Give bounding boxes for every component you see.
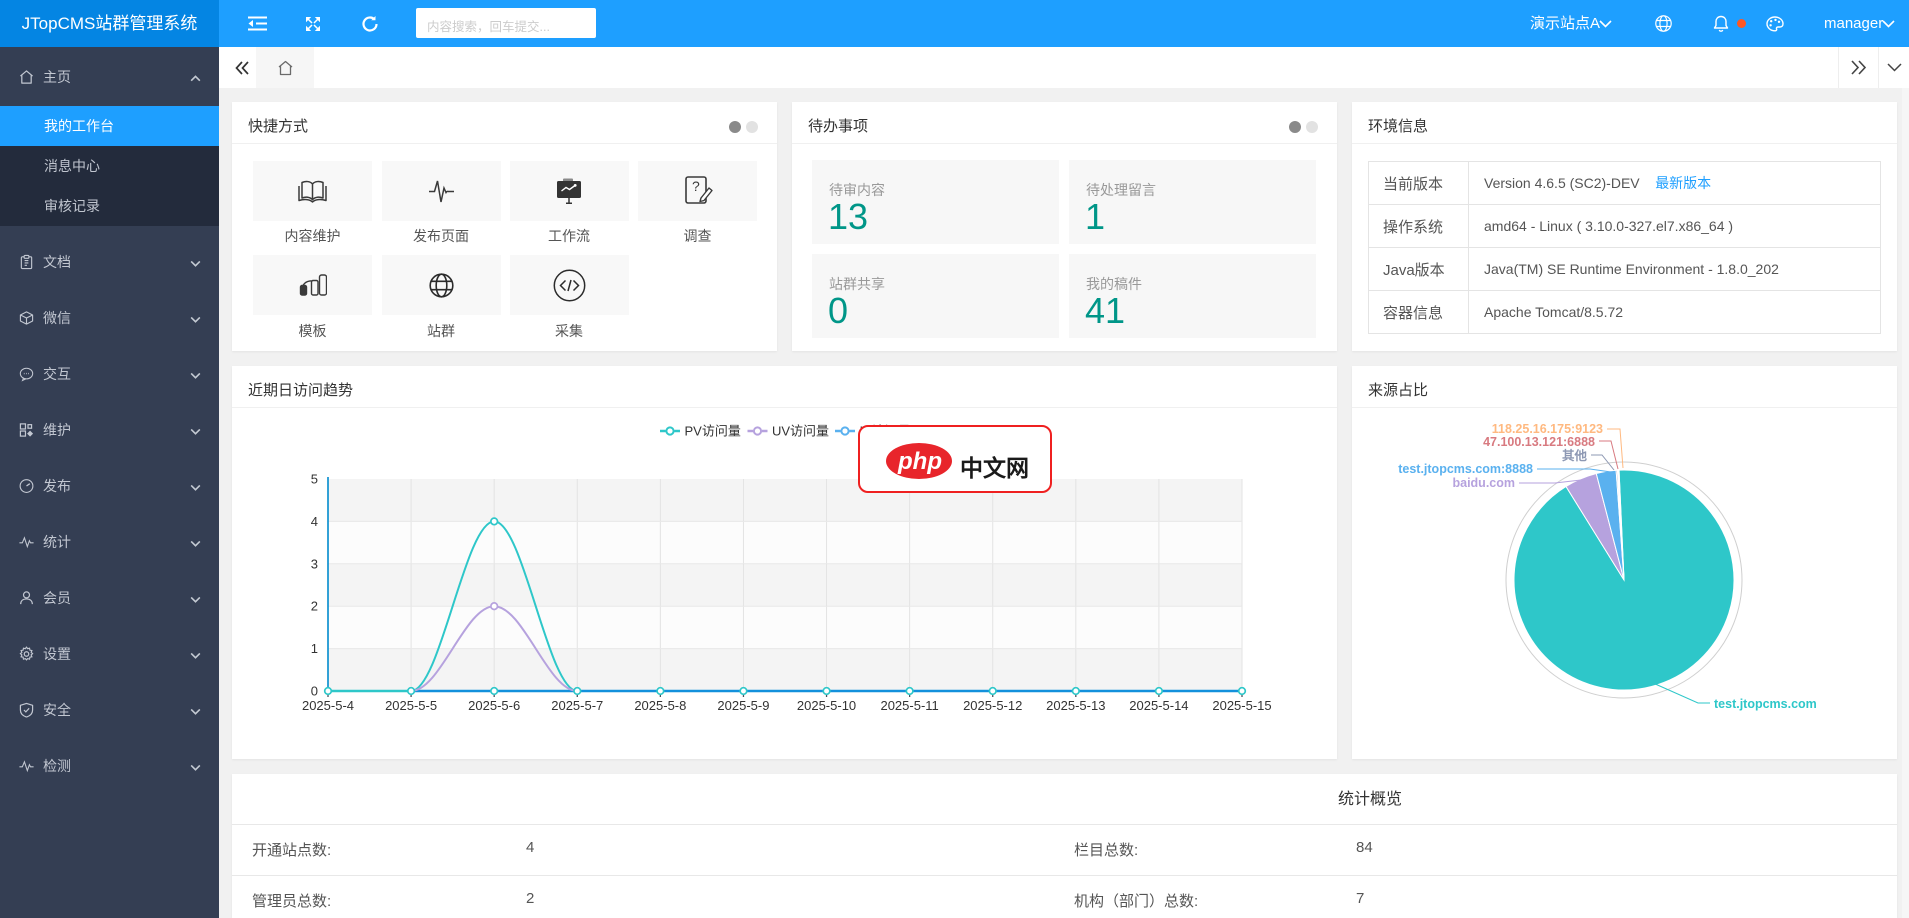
svg-text:2025-5-5: 2025-5-5 xyxy=(385,698,437,713)
svg-text:2025-5-12: 2025-5-12 xyxy=(963,698,1022,713)
svg-text:118.25.16.175:9123: 118.25.16.175:9123 xyxy=(1492,422,1603,436)
svg-text:?: ? xyxy=(692,178,700,194)
svg-text:2025-5-8: 2025-5-8 xyxy=(634,698,686,713)
svg-text:2: 2 xyxy=(311,599,318,614)
svg-text:0: 0 xyxy=(311,684,318,699)
svg-text:1: 1 xyxy=(311,641,318,656)
svg-text:47.100.13.121:6888: 47.100.13.121:6888 xyxy=(1483,435,1595,449)
svg-text:2025-5-6: 2025-5-6 xyxy=(468,698,520,713)
svg-text:2025-5-14: 2025-5-14 xyxy=(1129,698,1188,713)
svg-text:2025-5-10: 2025-5-10 xyxy=(797,698,856,713)
svg-text:baidu.com: baidu.com xyxy=(1452,476,1515,490)
svg-text:2025-5-11: 2025-5-11 xyxy=(880,698,938,713)
svg-text:5: 5 xyxy=(311,472,318,487)
svg-text:2025-5-9: 2025-5-9 xyxy=(717,698,769,713)
svg-text:test.jtopcms.com: test.jtopcms.com xyxy=(1714,697,1817,711)
svg-text:其他: 其他 xyxy=(1562,448,1588,463)
svg-text:2025-5-13: 2025-5-13 xyxy=(1046,698,1105,713)
svg-text:UV访问量: UV访问量 xyxy=(772,424,829,439)
svg-text:2025-5-7: 2025-5-7 xyxy=(551,698,603,713)
svg-text:test.jtopcms.com:8888: test.jtopcms.com:8888 xyxy=(1398,462,1533,476)
svg-text:4: 4 xyxy=(311,514,318,529)
svg-text:2025-5-4: 2025-5-4 xyxy=(302,698,354,713)
svg-text:2025-5-15: 2025-5-15 xyxy=(1212,698,1271,713)
svg-text:PV访问量: PV访问量 xyxy=(685,424,741,439)
svg-text:3: 3 xyxy=(311,556,318,571)
